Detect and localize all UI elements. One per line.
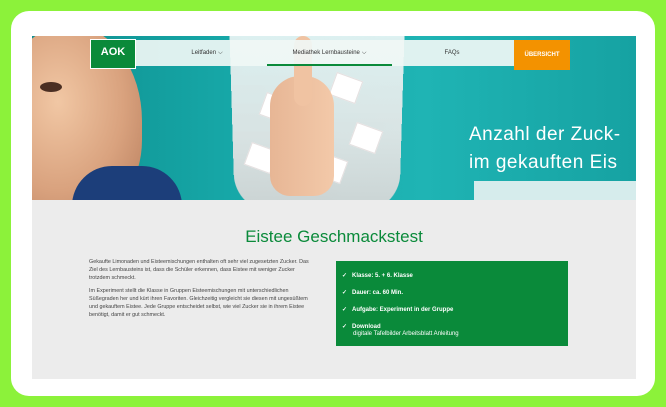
info-item-download: ✓ Download [342,324,381,330]
hero-caption: Anzahl der Zuck- im gekauften Eis [469,124,621,173]
description-paragraph: Im Experiment stellt die Klasse in Grupp… [89,288,308,318]
nav-active-indicator [267,64,392,66]
child-eye [40,82,62,92]
description-text: Gekaufte Limonaden und Eisteemischungen … [89,258,317,324]
check-icon: ✓ [342,273,348,279]
hero-caption-box [474,181,636,200]
check-icon: ✓ [342,290,348,296]
aok-logo[interactable]: AOK [90,39,136,69]
info-item-task: ✓ Aufgabe: Experiment in der Gruppe [342,307,454,313]
nav-item-mediathek[interactable]: Mediathek Lernbausteine ⌵ [267,40,392,66]
nav-item-leitfaden[interactable]: Leitfaden ⌵ [162,40,252,66]
description-paragraph: Gekaufte Limonaden und Eisteemischungen … [89,259,309,281]
check-icon: ✓ [342,307,348,313]
info-item-duration: ✓ Dauer: ca. 60 Min. [342,290,404,296]
info-box: ✓ Klasse: 5. + 6. Klasse ✓ Dauer: ca. 60 M… [336,261,568,346]
check-icon: ✓ [342,324,348,330]
download-links[interactable]: digitale Tafelbilder Arbeitsblatt Anleit… [353,331,459,337]
overview-button[interactable]: ÜBERSICHT [514,40,570,70]
chevron-down-icon: ⌵ [361,50,367,56]
web-page: Anzahl der Zuck- im gekauften Eis AOK Le… [32,36,636,379]
page-title: Eistee Geschmackstest [245,227,423,246]
info-item-class: ✓ Klasse: 5. + 6. Klasse [342,273,413,279]
nav-item-faqs[interactable]: FAQs [427,40,477,66]
chevron-down-icon: ⌵ [218,50,223,56]
